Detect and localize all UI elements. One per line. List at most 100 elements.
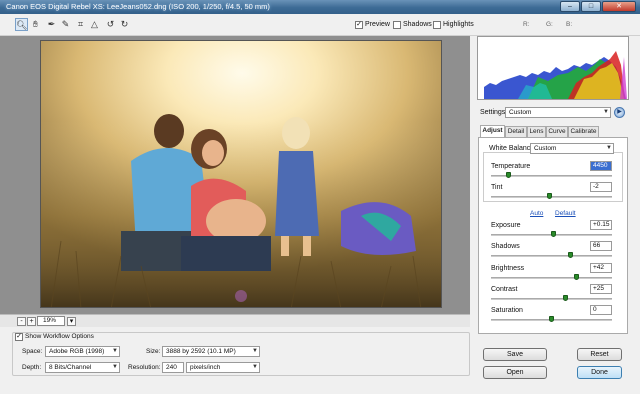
shadows-label: Shadows: [491, 243, 520, 250]
crop-tool[interactable]: ⌗: [74, 18, 87, 31]
highlights-checkbox[interactable]: [433, 21, 441, 29]
done-button-label: Done: [591, 369, 608, 376]
b-readout: B:: [566, 21, 573, 28]
shadows-checkbox[interactable]: [393, 21, 401, 29]
color-sampler-tool[interactable]: ✎: [59, 18, 72, 31]
maximize-button[interactable]: □: [581, 1, 601, 12]
temperature-label: Temperature: [491, 163, 531, 170]
shadows-input[interactable]: 66: [590, 241, 612, 251]
zoom-tool[interactable]: 🔍︎: [15, 18, 28, 31]
tab-label: Detail: [507, 128, 525, 135]
zoom-dropdown-button[interactable]: ▾: [67, 317, 76, 326]
space-value: Adobe RGB (1998): [49, 348, 105, 355]
brightness-slider-track[interactable]: [491, 277, 612, 279]
arrow-right-icon: ▶: [617, 109, 622, 115]
contrast-slider-thumb[interactable]: [563, 295, 569, 301]
white-balance-group: [483, 152, 623, 202]
minus-icon: -: [20, 318, 23, 325]
chevron-down-icon: ▼: [252, 348, 258, 354]
show-workflow-label: Show Workflow Options: [25, 333, 96, 340]
white-balance-select[interactable]: Custom ▼: [530, 143, 614, 154]
contrast-value: +25: [593, 285, 605, 292]
temperature-input[interactable]: 4450: [590, 161, 612, 171]
tint-value: -2: [593, 183, 599, 190]
resolution-label: Resolution:: [128, 364, 161, 371]
exposure-input[interactable]: +0.15: [590, 220, 612, 230]
histogram-graph: [484, 51, 627, 99]
reset-button[interactable]: Reset: [577, 348, 622, 361]
saturation-input[interactable]: 0: [590, 305, 612, 315]
open-button[interactable]: Open: [483, 366, 547, 379]
window-title: Canon EOS Digital Rebel XS: LeeJeans052.…: [6, 2, 270, 11]
brightness-label: Brightness: [491, 265, 525, 272]
depth-value: 8 Bits/Channel: [49, 364, 92, 371]
resolution-input[interactable]: 240: [162, 362, 184, 373]
done-button[interactable]: Done: [577, 366, 622, 379]
chevron-down-icon: ▼: [112, 364, 118, 370]
rotate-left-button[interactable]: ↺: [104, 18, 117, 31]
shadows-slider-track[interactable]: [491, 255, 612, 257]
tab-adjust[interactable]: Adjust: [480, 125, 505, 137]
saturation-value: 0: [593, 306, 597, 313]
exposure-slider-thumb[interactable]: [550, 231, 556, 237]
saturation-slider-thumb[interactable]: [548, 316, 554, 322]
highlights-clip-label: Highlights: [443, 21, 474, 28]
settings-select[interactable]: Custom ▼: [505, 107, 611, 118]
zoom-in-button[interactable]: +: [27, 317, 36, 326]
space-select[interactable]: Adobe RGB (1998) ▼: [45, 346, 120, 357]
close-button[interactable]: ✕: [602, 1, 636, 12]
default-link[interactable]: Default: [555, 210, 576, 217]
zoom-level-field[interactable]: 19%: [37, 316, 65, 326]
straighten-tool[interactable]: △: [88, 18, 101, 31]
photo-preview[interactable]: [40, 40, 442, 308]
save-button[interactable]: Save: [483, 348, 547, 361]
settings-menu-button[interactable]: ▶: [614, 107, 625, 118]
exposure-value: +0.15: [593, 221, 610, 228]
save-button-label: Save: [507, 351, 523, 358]
depth-select[interactable]: 8 Bits/Channel ▼: [45, 362, 120, 373]
saturation-label: Saturation: [491, 307, 523, 314]
reset-button-label: Reset: [590, 351, 609, 358]
plus-icon: +: [29, 318, 34, 325]
brightness-input[interactable]: +42: [590, 263, 612, 273]
r-readout: R:: [523, 21, 530, 28]
auto-link[interactable]: Auto: [530, 210, 543, 217]
title-bar: Canon EOS Digital Rebel XS: LeeJeans052.…: [0, 0, 640, 14]
tab-label: Lens: [529, 128, 544, 135]
tab-detail[interactable]: Detail: [505, 126, 527, 137]
contrast-input[interactable]: +25: [590, 284, 612, 294]
tab-calibrate[interactable]: Calibrate: [568, 126, 599, 137]
crop-icon: ⌗: [77, 19, 84, 29]
size-select[interactable]: 3888 by 2592 (10.1 MP) ▼: [162, 346, 260, 357]
chevron-down-icon: ▼: [112, 348, 118, 354]
minimize-icon: –: [568, 3, 572, 10]
hand-tool[interactable]: ✋︎: [29, 18, 42, 31]
shadows-slider-thumb[interactable]: [567, 252, 573, 258]
histogram: [477, 36, 629, 100]
depth-label: Depth:: [22, 364, 42, 371]
contrast-label: Contrast: [491, 286, 518, 293]
tab-label: Curve: [548, 128, 566, 135]
tint-input[interactable]: -2: [590, 182, 612, 192]
zoom-out-button[interactable]: -: [17, 317, 26, 326]
white-balance-tool[interactable]: ✒: [45, 18, 58, 31]
temperature-slider-thumb[interactable]: [506, 172, 512, 178]
open-button-label: Open: [506, 369, 524, 376]
tab-lens[interactable]: Lens: [527, 126, 546, 137]
resolution-unit-select[interactable]: pixels/inch ▼: [186, 362, 260, 373]
brightness-slider-thumb[interactable]: [573, 274, 579, 280]
tab-curve[interactable]: Curve: [546, 126, 568, 137]
preview-checkbox[interactable]: ✓: [355, 21, 363, 29]
g-readout: G:: [546, 21, 553, 28]
rotate-right-button[interactable]: ↻: [118, 18, 131, 31]
checkmark-icon: ✓: [356, 21, 362, 28]
preview-label: Preview: [365, 21, 390, 28]
chevron-down-icon: ▼: [603, 109, 609, 115]
minimize-button[interactable]: –: [560, 1, 580, 12]
zoom-level-value: 19%: [43, 317, 57, 324]
toolbar: 🔍︎ ✋︎ ✒ ✎ ⌗ △ ↺ ↻ ✓ Preview Shadows High…: [0, 14, 640, 36]
contrast-slider-track[interactable]: [491, 298, 612, 300]
resolution-unit-value: pixels/inch: [190, 364, 221, 371]
straighten-icon: △: [91, 19, 98, 29]
settings-value: Custom: [509, 109, 532, 116]
